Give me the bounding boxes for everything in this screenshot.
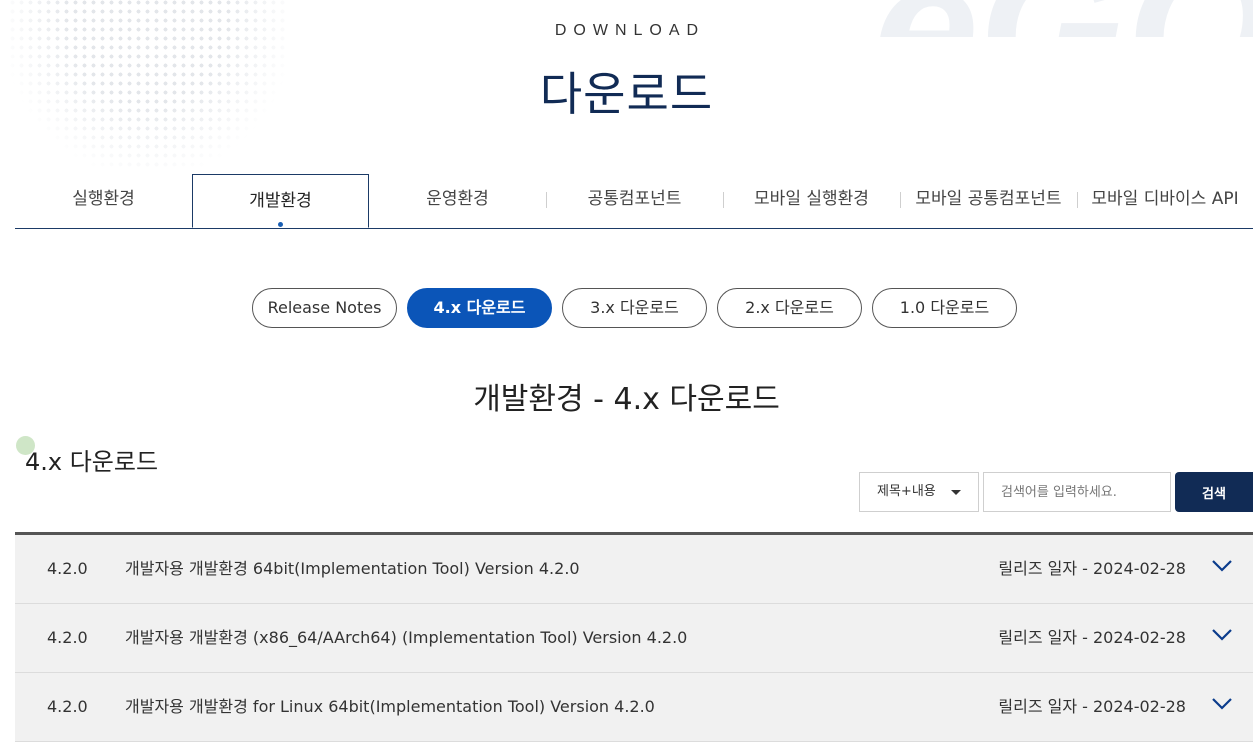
page-eyebrow: DOWNLOAD [554,22,706,39]
release-date: 릴리즈 일자 - 2024-02-28 [998,559,1186,578]
chevron-down-icon[interactable] [1211,697,1233,711]
search-field-select-value: 제목+내용 [877,484,936,499]
active-tab-indicator [278,222,283,227]
download-version: 4.2.0 [47,559,88,578]
caret-down-icon [951,490,961,495]
search-button[interactable]: 검색 [1175,472,1253,512]
tab-mobile-device-api[interactable]: 모바일 디바이스 API [1077,174,1253,228]
page-title: 다운로드 [539,67,714,121]
download-version: 4.2.0 [47,697,88,716]
pill-release-notes[interactable]: Release Notes [252,288,397,328]
tab-label: 모바일 실행환경 [754,189,869,209]
tab-mobile-runtime-env[interactable]: 모바일 실행환경 [723,174,900,228]
release-date: 릴리즈 일자 - 2024-02-28 [998,628,1186,647]
tab-label: 운영환경 [426,189,489,209]
download-list: 4.2.0 개발자용 개발환경 64bit(Implementation Too… [15,532,1253,742]
release-date: 릴리즈 일자 - 2024-02-28 [998,697,1186,716]
search-field-select[interactable]: 제목+내용 [859,472,979,512]
download-title: 개발자용 개발환경 for Linux 64bit(Implementation… [125,697,655,716]
tab-dev-env[interactable]: 개발환경 [192,174,369,228]
pill-1-0-download[interactable]: 1.0 다운로드 [872,288,1017,328]
tab-ops-env[interactable]: 운영환경 [369,174,546,228]
pill-2x-download[interactable]: 2.x 다운로드 [717,288,862,328]
tab-mobile-common-components[interactable]: 모바일 공통컴포넌트 [900,174,1077,228]
tab-label: 모바일 디바이스 API [1091,189,1239,209]
chevron-down-icon[interactable] [1211,628,1233,642]
download-row[interactable]: 4.2.0 개발자용 개발환경 64bit(Implementation Too… [15,535,1253,604]
tab-label: 공통컴포넌트 [587,189,682,209]
download-title: 개발자용 개발환경 (x86_64/AArch64) (Implementati… [125,628,688,647]
search-input[interactable] [983,472,1171,512]
chevron-down-icon[interactable] [1211,559,1233,573]
download-row[interactable]: 4.2.0 개발자용 개발환경 for Linux 64bit(Implemen… [15,673,1253,742]
download-title: 개발자용 개발환경 64bit(Implementation Tool) Ver… [125,559,580,578]
section-title: 개발환경 - 4.x 다운로드 [473,382,780,417]
tab-common-components[interactable]: 공통컴포넌트 [546,174,723,228]
download-row[interactable]: 4.2.0 개발자용 개발환경 (x86_64/AArch64) (Implem… [15,604,1253,673]
tab-runtime-env[interactable]: 실행환경 [15,174,192,228]
tab-label: 개발환경 [249,191,312,211]
subsection-title: 4.x 다운로드 [25,448,159,476]
pill-3x-download[interactable]: 3.x 다운로드 [562,288,707,328]
tab-label: 모바일 공통컴포넌트 [915,189,1062,209]
tab-label: 실행환경 [72,189,135,209]
category-tabs: 실행환경 개발환경 운영환경 공통컴포넌트 모바일 실행환경 모바일 공통컴포넌… [15,174,1253,229]
pill-4x-download[interactable]: 4.x 다운로드 [407,288,552,328]
download-version: 4.2.0 [47,628,88,647]
